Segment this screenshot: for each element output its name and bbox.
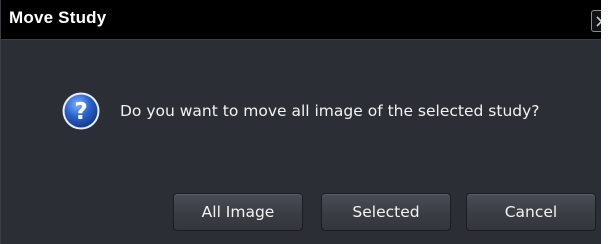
dialog-message: Do you want to move all image of the sel…: [120, 102, 540, 120]
cancel-button[interactable]: Cancel: [466, 193, 596, 231]
dialog-title: Move Study: [9, 8, 107, 27]
move-study-dialog: Move Study ? Do you want to move all ima…: [0, 0, 608, 244]
selected-button[interactable]: Selected: [321, 193, 451, 231]
dialog-titlebar[interactable]: Move Study: [1, 0, 602, 40]
question-icon: ?: [62, 92, 100, 130]
all-image-button[interactable]: All Image: [173, 193, 303, 231]
svg-text:?: ?: [74, 99, 87, 125]
window-edge: [601, 0, 608, 244]
